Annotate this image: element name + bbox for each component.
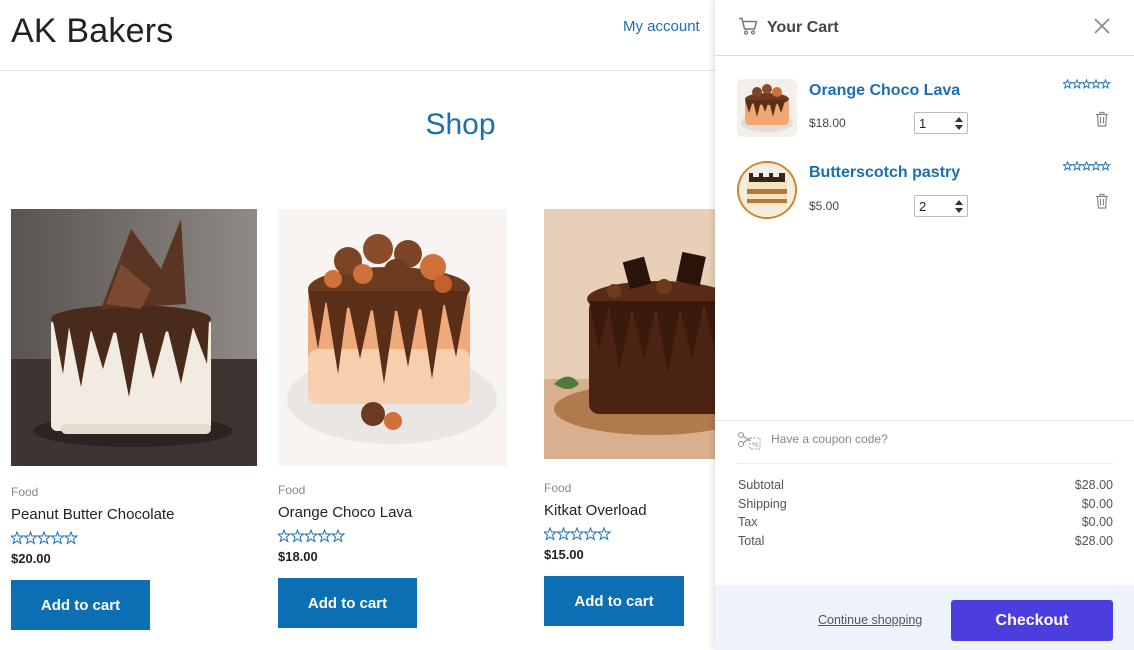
product-image[interactable] [544, 209, 715, 459]
total-row: Total $28.00 [738, 532, 1113, 551]
quantity-stepper[interactable]: 1 [914, 112, 968, 134]
cart-item-price: $18.00 [809, 116, 846, 130]
cart-icon [739, 17, 758, 35]
coupon-toggle[interactable]: % Have a coupon code? [715, 420, 1134, 464]
cart-totals: Subtotal $28.00 Shipping $0.00 Tax $0.00… [738, 476, 1113, 550]
quantity-value[interactable]: 1 [919, 116, 926, 131]
close-icon[interactable] [1092, 16, 1112, 36]
shipping-row: Shipping $0.00 [738, 495, 1113, 514]
cart-item: Butterscotch pastry $5.00 2 [737, 161, 1117, 223]
product-price: $18.00 [278, 549, 318, 564]
shipping-value: $0.00 [1081, 496, 1113, 511]
cart-item-name[interactable]: Orange Choco Lava [809, 82, 960, 100]
cart-item-price: $5.00 [809, 199, 840, 213]
shipping-label: Shipping [738, 496, 787, 511]
product-image[interactable] [11, 209, 257, 466]
coupon-link[interactable]: Have a coupon code? [771, 432, 888, 446]
cart-footer: Continue shopping Checkout [715, 585, 1134, 650]
rating-stars-icon [1063, 161, 1111, 171]
subtotal-row: Subtotal $28.00 [738, 476, 1113, 495]
quantity-stepper[interactable]: 2 [914, 195, 968, 217]
svg-text:%: % [752, 442, 758, 449]
my-account-link[interactable]: My account [623, 18, 700, 35]
cart-item-name[interactable]: Butterscotch pastry [809, 164, 960, 182]
subtotal-label: Subtotal [738, 478, 784, 492]
total-value: $28.00 [1074, 533, 1113, 548]
rating-stars-icon [11, 531, 79, 545]
tax-label: Tax [738, 515, 758, 529]
site-title[interactable]: AK Bakers [11, 12, 173, 51]
total-label: Total [738, 533, 765, 548]
cart-item: Orange Choco Lava $18.00 1 [737, 79, 1117, 141]
product-category[interactable]: Food [11, 485, 257, 499]
product-name[interactable]: Orange Choco Lava [278, 504, 524, 521]
subtotal-value: $28.00 [1074, 478, 1113, 492]
cart-item-image [737, 79, 797, 137]
tax-value: $0.00 [1081, 515, 1113, 529]
product-category[interactable]: Food [278, 483, 524, 497]
spinner-arrows-icon[interactable] [954, 199, 964, 214]
product-price: $20.00 [11, 551, 51, 566]
quantity-value[interactable]: 2 [919, 199, 926, 214]
tax-row: Tax $0.00 [738, 513, 1113, 532]
rating-stars-icon [544, 527, 612, 541]
spinner-arrows-icon[interactable] [954, 116, 964, 131]
product-card: Food Orange Choco Lava $18.00 Add to car… [278, 209, 524, 628]
continue-shopping-link[interactable]: Continue shopping [818, 613, 922, 627]
checkout-button[interactable]: Checkout [951, 600, 1113, 641]
product-card: Food Peanut Butter Chocolate $20.00 Add … [11, 209, 257, 630]
trash-icon[interactable] [1095, 111, 1109, 127]
cart-title: Your Cart [767, 19, 839, 36]
add-to-cart-button[interactable]: Add to cart [278, 578, 417, 628]
divider [737, 463, 1113, 464]
add-to-cart-button[interactable]: Add to cart [544, 576, 684, 626]
add-to-cart-button[interactable]: Add to cart [11, 580, 150, 630]
trash-icon[interactable] [1095, 193, 1109, 209]
cart-drawer: Your Cart Orange Choco Lava $18.00 1 But… [715, 0, 1134, 650]
rating-stars-icon [278, 529, 346, 543]
cart-item-image [737, 161, 797, 219]
product-name[interactable]: Peanut Butter Chocolate [11, 506, 257, 523]
cart-header: Your Cart [715, 0, 1134, 56]
product-image[interactable] [278, 209, 507, 466]
scissors-coupon-icon: % [737, 431, 761, 450]
rating-stars-icon [1063, 79, 1111, 89]
